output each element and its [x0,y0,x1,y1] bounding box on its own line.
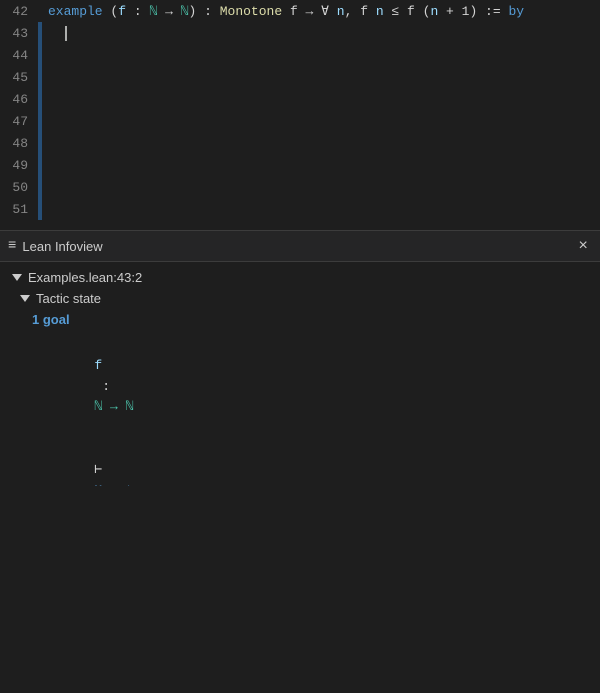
location-text: Examples.lean:43:2 [28,270,142,285]
goal-line: ⊢ Monotone f → ∀ (n : ℕ ), f n ≤ f (n + … [32,439,588,486]
line-content-43 [42,26,67,41]
tactic-state-collapse-icon [20,295,30,302]
code-paren: ( [103,4,119,19]
code-by: by [508,4,524,19]
code-nat2: ℕ [181,4,189,19]
menu-icon: ≡ [8,238,16,254]
line-number-51: 51 [0,202,38,217]
line-gutter-44 [38,44,42,66]
hyp-var-f: f [94,358,102,373]
line-number-44: 44 [0,48,38,63]
code-line-51: 51 [0,198,600,220]
lean-infoview-panel: ≡ Lean Infoview × Examples.lean:43:2 Tac… [0,230,600,693]
close-button[interactable]: × [574,235,592,257]
line-number-46: 46 [0,92,38,107]
code-arrow1: → [157,4,180,19]
code-plus: + 1) := [438,4,508,19]
code-colon: : [126,4,149,19]
line-number-47: 47 [0,114,38,129]
code-line-43: 43 [0,22,600,44]
text-cursor [65,26,67,41]
line-number-48: 48 [0,136,38,151]
line-gutter-49 [38,154,42,176]
code-n2: n [376,4,384,19]
bottom-area [0,486,600,693]
lean-panel-title: Lean Infoview [22,239,574,254]
line-content-42: example ( f : ℕ → ℕ ) : Monotone f → ∀ n… [42,4,524,19]
line-gutter-48 [38,132,42,154]
hypothesis-block: f : ℕ → ℕ ⊢ Monotone f → ∀ (n : ℕ ), f n… [32,335,588,486]
code-line-42: 42 example ( f : ℕ → ℕ ) : Monotone f → … [0,0,600,22]
indent-space [48,26,64,41]
line-gutter-45 [38,66,42,88]
hyp-colon: : [94,379,117,394]
lean-panel-header: ≡ Lean Infoview × [0,231,600,262]
code-leq: ≤ f ( [384,4,431,19]
info-location[interactable]: Examples.lean:43:2 [12,270,588,285]
code-line-48: 48 [0,132,600,154]
code-monotone: Monotone [220,4,282,19]
code-rparen: ) : [189,4,220,19]
tactic-state-header[interactable]: Tactic state [20,291,588,306]
line-number-50: 50 [0,180,38,195]
hyp-type: ℕ → ℕ [94,399,133,414]
code-editor[interactable]: 42 example ( f : ℕ → ℕ ) : Monotone f → … [0,0,600,230]
line-gutter-46 [38,88,42,110]
code-line-47: 47 [0,110,600,132]
line-number-42: 42 [0,4,38,19]
code-var-f: f [118,4,126,19]
code-n3: n [430,4,438,19]
code-n: n [337,4,345,19]
code-lines: 42 example ( f : ℕ → ℕ ) : Monotone f → … [0,0,600,230]
line-number-45: 45 [0,70,38,85]
line-gutter-47 [38,110,42,132]
code-line-49: 49 [0,154,600,176]
code-nat1: ℕ [149,4,157,19]
turnstile: ⊢ [94,462,110,477]
line-gutter-51 [38,198,42,220]
line-number-43: 43 [0,26,38,41]
hypothesis-line: f : ℕ → ℕ [32,335,588,439]
code-line-44: 44 [0,44,600,66]
code-line-45: 45 [0,66,600,88]
code-line-50: 50 [0,176,600,198]
lean-panel-content: Examples.lean:43:2 Tactic state 1 goal f… [0,262,600,486]
goal-count: 1 goal [32,312,588,327]
collapse-icon [12,274,22,281]
keyword-example: example [48,4,103,19]
line-number-49: 49 [0,158,38,173]
line-gutter-50 [38,176,42,198]
tactic-state-label: Tactic state [36,291,101,306]
code-line-46: 46 [0,88,600,110]
code-comma: , f [345,4,376,19]
code-f2: f → ∀ [282,4,337,19]
